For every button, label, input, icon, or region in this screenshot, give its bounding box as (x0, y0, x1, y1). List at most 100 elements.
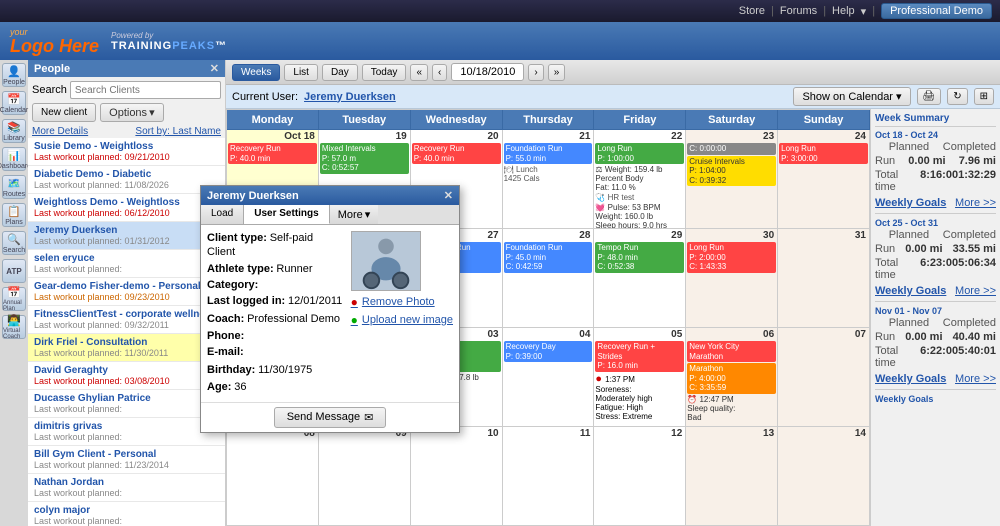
modal-tab-more[interactable]: More ▾ (330, 205, 379, 224)
sidebar-item-people[interactable]: 👤 People (2, 63, 26, 87)
modal-tab-load[interactable]: Load (201, 205, 244, 224)
workout-foundation-run-3[interactable]: Foundation RunP: 45.0 minC: 0:42:59 (504, 242, 593, 273)
close-icon[interactable]: ✕ (210, 62, 219, 75)
fast-back-button[interactable]: « (410, 64, 428, 81)
client-list-item[interactable]: Susie Demo - WeightlossLast workout plan… (28, 138, 225, 166)
cal-cell-oct22[interactable]: 22 Long RunP: 1:00:00 ⚖ Weight: 159.4 lb… (594, 130, 686, 229)
options-button[interactable]: Options ▾ (100, 103, 163, 122)
client-list-item[interactable]: Ducasse Ghylian PatriceLast workout plan… (28, 390, 225, 418)
workout-c-0[interactable]: C: 0:00:00 (687, 143, 776, 155)
date-display[interactable]: 10/18/2010 (451, 63, 524, 81)
cal-cell-oct28[interactable]: 28 Foundation RunP: 45.0 minC: 0:42:59 (503, 229, 595, 328)
more-link-2[interactable]: More >> (955, 285, 996, 297)
weekly-goals-1[interactable]: Weekly Goals (875, 197, 946, 209)
upload-photo-button[interactable]: ● Upload new image (351, 313, 453, 327)
weeks-button[interactable]: Weeks (232, 64, 280, 81)
client-list-item[interactable]: FitnessClientTest - corporate wellnessLa… (28, 306, 225, 334)
cal-cell-nov5[interactable]: 05 Recovery Run +StridesP: 16.0 min ● 1:… (594, 328, 686, 427)
sidebar-item-library[interactable]: 📚 Library (2, 119, 26, 143)
send-message-button[interactable]: Send Message ✉ (274, 407, 387, 428)
current-user-name: Jeremy Duerksen (304, 91, 396, 103)
sidebar-item-plans[interactable]: 📋 Plans (2, 203, 26, 227)
workout-mixed-intervals[interactable]: Mixed IntervalsP: 57.0 mC: 0:52:57 (320, 143, 409, 174)
workout-long-run-2[interactable]: Long RunP: 3:00:00 (779, 143, 868, 164)
sidebar-item-calendar[interactable]: 📅 Calendar (2, 91, 26, 115)
client-list-item[interactable]: Jeremy DuerksenLast workout planned: 01/… (28, 222, 225, 250)
workout-recovery-run-1[interactable]: Recovery RunP: 40.0 min (228, 143, 317, 164)
weekly-goals-2[interactable]: Weekly Goals (875, 285, 946, 297)
store-link[interactable]: Store (739, 5, 765, 17)
search-input[interactable] (70, 81, 221, 99)
day-button[interactable]: Day (322, 64, 358, 81)
cal-cell-oct29[interactable]: 29 Tempo RunP: 48.0 minC: 0:52:38 (594, 229, 686, 328)
cal-cell-oct30[interactable]: 30 Long RunP: 2:00:00C: 1:43:33 (686, 229, 778, 328)
new-client-button[interactable]: New client (32, 103, 96, 122)
print-button[interactable]: 🖨 (917, 88, 942, 105)
client-list-item[interactable]: Weightloss Demo - WeightlossLast workout… (28, 194, 225, 222)
modal-tabs: Load User Settings More ▾ (201, 205, 459, 225)
sidebar-item-dashboard[interactable]: 📊 Dashboard (2, 147, 26, 171)
client-list-item[interactable]: Nathan JordanLast workout planned: (28, 474, 225, 502)
cal-cell-nov14[interactable]: 14 (778, 427, 870, 526)
cal-cell-nov6[interactable]: 06 New York CityMarathon MarathonP: 4:00… (686, 328, 778, 427)
sidebar-item-annual-plan[interactable]: 📅 Annual Plan (2, 287, 26, 311)
cal-cell-nov13[interactable]: 13 (686, 427, 778, 526)
modal-close-icon[interactable]: ✕ (444, 189, 453, 202)
cal-cell-oct31[interactable]: 31 (778, 229, 870, 328)
list-button[interactable]: List (284, 64, 318, 81)
refresh-button[interactable]: ↻ (947, 88, 967, 105)
client-list-item[interactable]: colyn majorLast workout planned: (28, 502, 225, 526)
cal-cell-nov4[interactable]: 04 Recovery DayP: 0:39:00 (503, 328, 595, 427)
workout-recovery-run-2[interactable]: Recovery RunP: 40.0 min (412, 143, 501, 164)
client-list-item[interactable]: David GeraghtyLast workout planned: 03/0… (28, 362, 225, 390)
current-user-row: Current User: Jeremy Duerksen Show on Ca… (226, 85, 1000, 109)
client-list-item[interactable]: Diabetic Demo - DiabeticLast workout pla… (28, 166, 225, 194)
sidebar-item-routes[interactable]: 🗺️ Routes (2, 175, 26, 199)
cal-cell-nov10[interactable]: 10 (411, 427, 503, 526)
cal-cell-oct21[interactable]: 21 Foundation RunP: 55.0 min 🍽 Lunch1425… (503, 130, 595, 229)
client-list-item[interactable]: Bill Gym Client - PersonalLast workout p… (28, 446, 225, 474)
help-link[interactable]: Help (832, 5, 855, 17)
modal-tab-user-settings[interactable]: User Settings (244, 205, 329, 224)
logo-area: your Logo Here Powered by TRAININGPEAKS™ (10, 27, 227, 55)
client-list-item[interactable]: Dirk Friel - ConsultationLast workout pl… (28, 334, 225, 362)
sidebar-item-search[interactable]: 🔍 Search (2, 231, 26, 255)
cal-cell-oct23[interactable]: 23 C: 0:00:00 Cruise IntervalsP: 1:04:00… (686, 130, 778, 229)
workout-nyc-marathon[interactable]: New York CityMarathon (687, 341, 776, 362)
more-link-1[interactable]: More >> (955, 197, 996, 209)
workout-recovery-strides[interactable]: Recovery Run +StridesP: 16.0 min (595, 341, 684, 372)
forums-link[interactable]: Forums (780, 5, 817, 17)
cal-cell-nov9[interactable]: 09 (319, 427, 411, 526)
remove-photo-button[interactable]: ● Remove Photo (351, 295, 453, 309)
grid-view-button[interactable]: ⊞ (974, 88, 994, 105)
sidebar-item-virtual-coach[interactable]: 👨‍💻 Virtual Coach (2, 315, 26, 339)
cal-cell-nov11[interactable]: 11 (503, 427, 595, 526)
workout-tempo-run-1[interactable]: Tempo RunP: 48.0 minC: 0:52:38 (595, 242, 684, 273)
client-list-item[interactable]: dimitris grivasLast workout planned: (28, 418, 225, 446)
weekly-goals-3[interactable]: Weekly Goals (875, 373, 946, 385)
workout-marathon[interactable]: MarathonP: 4:00:00C: 3:35:59 (687, 363, 776, 394)
workout-long-run-1[interactable]: Long RunP: 1:00:00 (595, 143, 684, 164)
client-list-item[interactable]: selen eryuceLast workout planned: (28, 250, 225, 278)
forward-button[interactable]: › (528, 64, 543, 81)
fast-forward-button[interactable]: » (548, 64, 566, 81)
cal-cell-nov7[interactable]: 07 (778, 328, 870, 427)
cal-cell-nov8[interactable]: 08 (227, 427, 319, 526)
cal-cell-oct24[interactable]: 24 Long RunP: 3:00:00 (778, 130, 870, 229)
sort-by-link[interactable]: Sort by: Last Name (135, 126, 221, 137)
help-dropdown-icon[interactable]: ▾ (861, 5, 867, 18)
more-link-3[interactable]: More >> (955, 373, 996, 385)
more-details-link[interactable]: More Details (32, 126, 88, 137)
back-button[interactable]: ‹ (432, 64, 447, 81)
workout-foundation-run-1[interactable]: Foundation RunP: 55.0 min (504, 143, 593, 164)
client-list: Susie Demo - WeightlossLast workout plan… (28, 138, 225, 526)
workout-long-run-3[interactable]: Long RunP: 2:00:00C: 1:43:33 (687, 242, 776, 273)
workout-recovery-day[interactable]: Recovery DayP: 0:39:00 (504, 341, 593, 362)
workout-cruise-intervals[interactable]: Cruise IntervalsP: 1:04:00C: 0:39:32 (687, 156, 776, 187)
today-button[interactable]: Today (362, 64, 407, 81)
show-on-calendar-button[interactable]: Show on Calendar ▾ (793, 87, 910, 106)
cal-cell-nov12[interactable]: 12 (594, 427, 686, 526)
professional-demo-button[interactable]: Professional Demo (881, 3, 992, 19)
client-list-item[interactable]: Gear-demo Fisher-demo - Personal ...Last… (28, 278, 225, 306)
sidebar-item-atp[interactable]: ATP (2, 259, 26, 283)
